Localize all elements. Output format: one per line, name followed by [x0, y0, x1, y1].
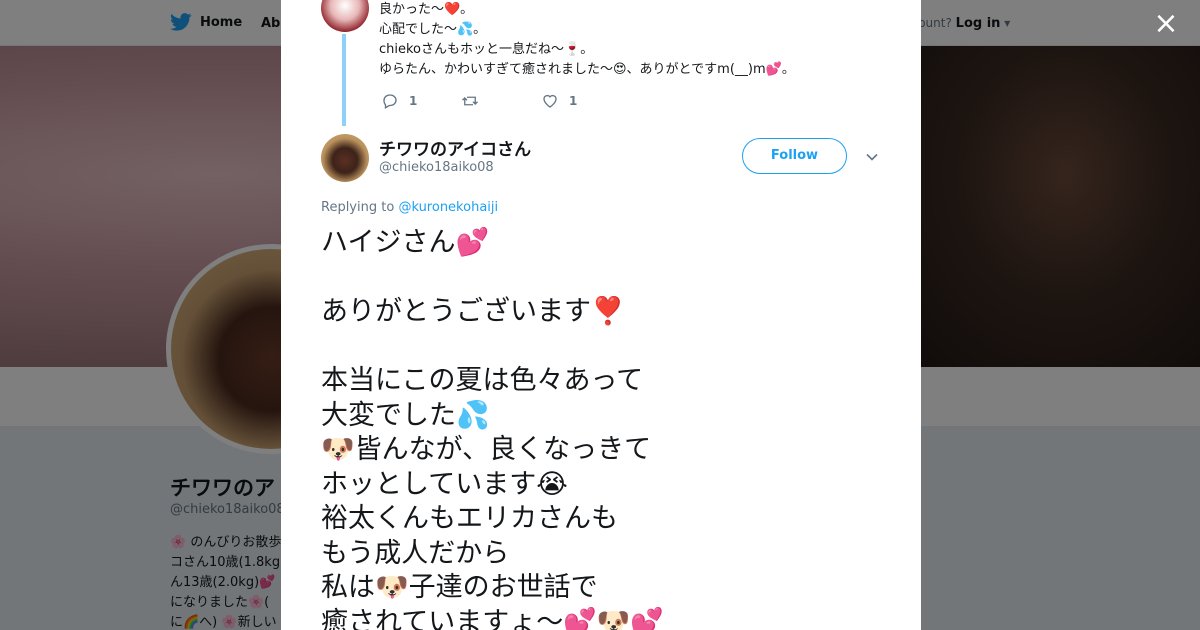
like-button[interactable]: 1: [541, 92, 621, 110]
previous-tweet-actions: 1 1: [381, 92, 621, 110]
thread-connector-line: [342, 34, 346, 126]
retweet-button[interactable]: [461, 92, 541, 110]
retweet-icon: [462, 96, 478, 106]
like-count: 1: [569, 94, 578, 108]
tweet-author-name[interactable]: チワワのアイコさん: [379, 135, 531, 160]
chevron-down-icon[interactable]: [865, 150, 879, 164]
replying-to-line: Replying to @kuronekohaiji: [321, 200, 498, 215]
tweet-modal: 良かった～❤️。 心配でした～💦。 chiekoさんもホッと一息だね～🍷。 ゆら…: [281, 0, 921, 630]
reply-count: 1: [409, 94, 418, 108]
previous-tweet-text: 良かった～❤️。 心配でした～💦。 chiekoさんもホッと一息だね～🍷。 ゆら…: [379, 2, 795, 77]
heart-icon: [543, 94, 557, 108]
previous-tweet-avatar[interactable]: [321, 0, 369, 32]
replying-to-handle-link[interactable]: @kuronekohaiji: [398, 200, 498, 215]
tweet-body-text: ハイジさん💕 ありがとうございます❣️ 本当にこの夏は色々あって 大変でした💦 …: [321, 227, 665, 630]
tweet-author-handle[interactable]: @chieko18aiko08: [379, 160, 494, 175]
replying-prefix: Replying to: [321, 200, 399, 215]
reply-button[interactable]: 1: [381, 92, 461, 110]
tweet-author-avatar[interactable]: [321, 134, 369, 182]
follow-button[interactable]: Follow: [742, 138, 847, 174]
close-icon[interactable]: ×: [1153, 9, 1179, 39]
reply-icon: [383, 94, 397, 109]
